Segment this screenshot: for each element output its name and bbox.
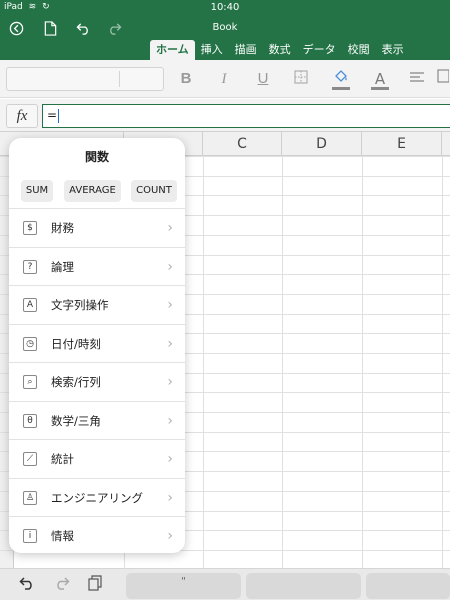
font-size-divider	[119, 71, 120, 87]
logical-icon: ?	[23, 259, 37, 274]
chevron-right-icon: ›	[167, 297, 173, 313]
tab-formulas[interactable]: 数式	[263, 40, 297, 60]
function-category-label: 論理	[51, 259, 74, 274]
keyboard-shortcut-bar: "	[0, 568, 450, 600]
function-category-label: 文字列操作	[51, 298, 109, 312]
font-color-swatch	[371, 87, 389, 90]
lookup-icon: ⌕	[23, 375, 37, 389]
function-category-row[interactable]: ♙ エンジニアリング ›	[9, 477, 185, 517]
underline-button[interactable]: U	[251, 68, 275, 90]
grid-column-line	[203, 156, 204, 568]
engineering-icon: ♙	[23, 490, 37, 505]
function-category-label: 情報	[51, 529, 74, 543]
chevron-right-icon: ›	[167, 412, 173, 429]
grid-column-line	[442, 156, 443, 568]
function-category-row[interactable]: θ 数学/三角 ›	[9, 400, 185, 440]
tab-review[interactable]: 校閲	[342, 40, 376, 60]
financial-icon: $	[23, 221, 37, 235]
wrap-icon[interactable]	[436, 68, 450, 90]
chevron-right-icon: ›	[167, 489, 173, 506]
function-category-row[interactable]: ⟋ 統計 ›	[9, 439, 185, 478]
column-header-e[interactable]: E	[362, 132, 442, 156]
title-bar: iPad ≋ ↻ 10:40 Book ホーム 挿入 描画 数式 データ 校閲 …	[0, 0, 450, 60]
function-category-label: 数学/三角	[51, 413, 101, 428]
redo-icon[interactable]	[51, 575, 73, 595]
column-header-c[interactable]: C	[203, 132, 282, 156]
tab-insert[interactable]: 挿入	[195, 40, 229, 60]
date-time-icon: ◷	[23, 336, 37, 351]
function-category-label: エンジニアリング	[51, 490, 143, 505]
chevron-right-icon: ›	[167, 258, 173, 275]
function-category-label: 日付/時刻	[51, 336, 101, 351]
formula-bar: fx =	[0, 99, 450, 132]
status-bar: iPad ≋ ↻ 10:40	[0, 0, 450, 16]
tab-view[interactable]: 表示	[376, 40, 410, 60]
chevron-right-icon: ›	[167, 374, 173, 390]
function-category-row[interactable]: ? 論理 ›	[9, 246, 185, 286]
formula-input[interactable]: =	[42, 104, 450, 128]
function-category-label: 統計	[51, 452, 74, 466]
text-caret	[58, 108, 60, 123]
paste-icon[interactable]	[84, 575, 106, 595]
chevron-right-icon: ›	[167, 335, 173, 352]
document-title: Book	[212, 22, 238, 33]
information-icon: i	[23, 529, 37, 543]
formula-value: =	[47, 108, 58, 122]
text-icon: A	[23, 298, 37, 312]
chevron-right-icon: ›	[167, 451, 173, 467]
column-header-f[interactable]	[442, 132, 450, 156]
statistical-icon: ⟋	[23, 452, 37, 466]
function-category-row[interactable]: $ 財務 ›	[9, 208, 185, 247]
function-category-label: 財務	[51, 221, 74, 235]
grid-column-line	[362, 156, 363, 568]
function-category-row[interactable]: A 文字列操作 ›	[9, 285, 185, 324]
sum-button[interactable]: SUM	[21, 180, 53, 202]
function-category-label: 検索/行列	[51, 375, 101, 389]
clock: 10:40	[210, 2, 240, 13]
borders-icon[interactable]	[289, 68, 313, 90]
font-name-field[interactable]	[6, 67, 164, 91]
function-category-row[interactable]: ◷ 日付/時刻 ›	[9, 323, 185, 363]
count-button[interactable]: COUNT	[131, 180, 177, 202]
tab-data[interactable]: データ	[297, 40, 342, 60]
align-icon[interactable]	[405, 68, 429, 90]
undo-icon[interactable]	[16, 575, 38, 595]
ribbon: B I U A	[0, 60, 450, 98]
ribbon-tabs: ホーム 挿入 描画 数式 データ 校閲 表示	[150, 40, 410, 60]
function-category-row[interactable]: i 情報 ›	[9, 516, 185, 553]
math-trig-icon: θ	[23, 413, 37, 428]
fill-color-swatch	[332, 87, 350, 90]
shortcut-key-2[interactable]	[246, 573, 361, 599]
grid-column-line	[282, 156, 283, 568]
font-color-button[interactable]: A	[368, 68, 392, 90]
average-button[interactable]: AVERAGE	[64, 180, 121, 202]
quick-functions: SUM AVERAGE COUNT	[9, 180, 185, 202]
bold-button[interactable]: B	[174, 68, 198, 90]
function-category-row[interactable]: ⌕ 検索/行列 ›	[9, 362, 185, 401]
tab-home[interactable]: ホーム	[150, 40, 195, 60]
function-popover: 関数 SUM AVERAGE COUNT $ 財務 ›? 論理 › A 文字列操作 › ◷ 日付/…	[9, 138, 185, 553]
popover-title: 関数	[84, 150, 109, 164]
chevron-right-icon: ›	[167, 528, 173, 544]
font-color-label: A	[374, 70, 386, 88]
italic-button[interactable]: I	[212, 68, 236, 90]
chevron-right-icon: ›	[167, 220, 173, 236]
tab-draw[interactable]: 描画	[229, 40, 263, 60]
quote-key[interactable]: "	[126, 573, 241, 599]
fill-color-icon[interactable]	[329, 68, 353, 90]
insert-function-button[interactable]: fx	[6, 104, 38, 128]
app-toolbar: Book	[0, 17, 450, 39]
shortcut-key-3[interactable]	[366, 573, 450, 599]
column-header-d[interactable]: D	[282, 132, 362, 156]
